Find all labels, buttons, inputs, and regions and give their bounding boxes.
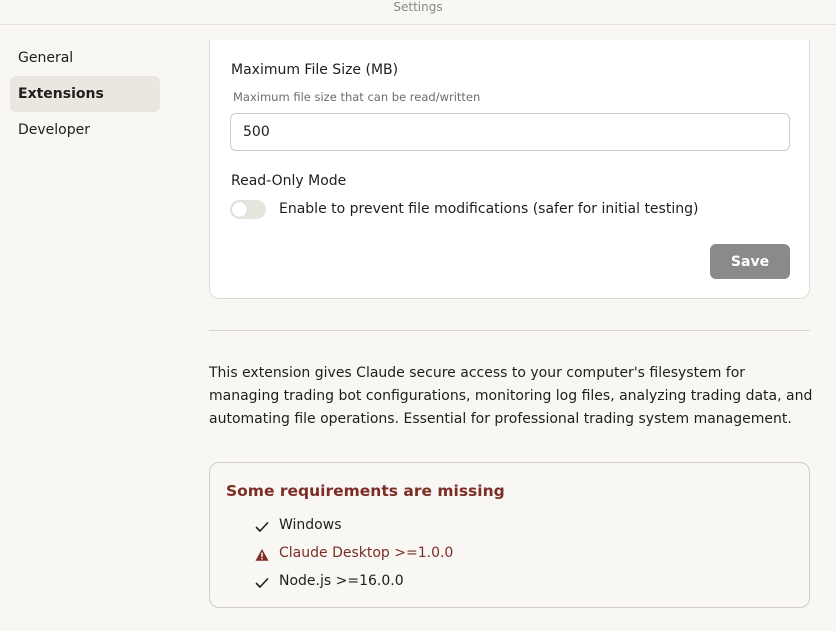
sidebar-item-general[interactable]: General: [10, 40, 160, 76]
max-file-size-label: Maximum File Size (MB): [231, 62, 399, 78]
read-only-toggle[interactable]: [230, 200, 266, 219]
extension-description: This extension gives Claude secure acces…: [209, 365, 813, 427]
requirements-panel: Some requirements are missing Windows Cl…: [209, 462, 810, 608]
settings-sidebar: General Extensions Developer: [10, 40, 160, 148]
extension-settings-card: Maximum File Size (MB) Maximum file size…: [209, 40, 810, 299]
max-file-size-help: Maximum file size that can be read/writt…: [233, 90, 481, 104]
warning-icon: [255, 549, 269, 561]
requirements-title: Some requirements are missing: [226, 482, 505, 500]
read-only-toggle-label: Enable to prevent file modifications (sa…: [279, 201, 699, 217]
requirement-label: Node.js >=16.0.0: [279, 573, 404, 589]
toggle-knob: [232, 202, 247, 217]
read-only-mode-label: Read-Only Mode: [231, 173, 347, 189]
section-divider: [209, 330, 810, 331]
window-title: Settings: [0, 0, 836, 25]
max-file-size-input[interactable]: [230, 113, 790, 151]
requirement-label: Windows: [279, 517, 342, 533]
sidebar-item-extensions[interactable]: Extensions: [10, 76, 160, 112]
check-icon: [255, 578, 269, 588]
save-button[interactable]: Save: [710, 244, 790, 279]
requirement-label: Claude Desktop >=1.0.0: [279, 545, 454, 561]
check-icon: [255, 522, 269, 532]
sidebar-item-developer[interactable]: Developer: [10, 112, 160, 148]
